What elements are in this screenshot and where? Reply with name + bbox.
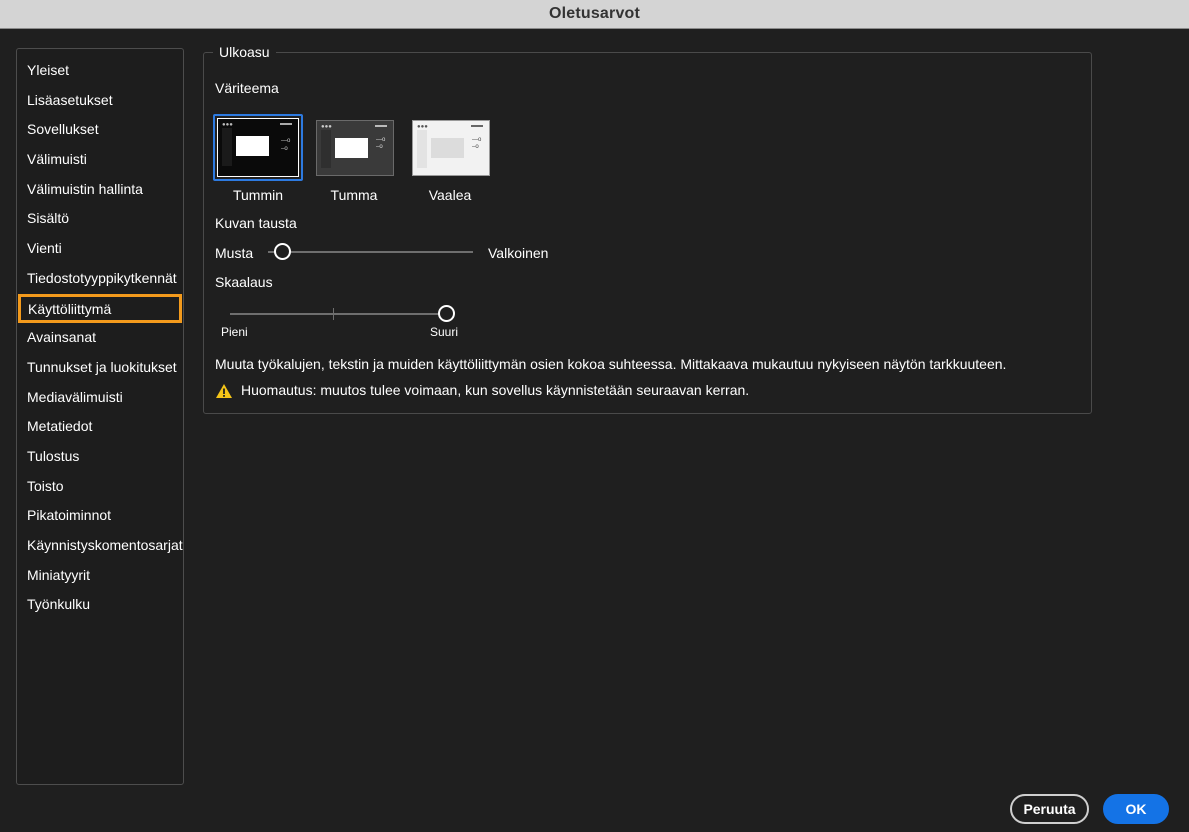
image-background-max-label: Valkoinen	[488, 245, 549, 261]
image-background-slider-thumb[interactable]	[273, 243, 291, 260]
scaling-description: Muuta työkalujen, tekstin ja muiden käyt…	[215, 356, 1007, 372]
scaling-slider-track[interactable]	[230, 313, 446, 315]
sidebar-item-käynnistyskomentosarjat[interactable]: Käynnistyskomentosarjat	[17, 531, 183, 561]
ok-button[interactable]: OK	[1103, 794, 1169, 824]
sidebar-item-yleiset[interactable]: Yleiset	[17, 56, 183, 86]
theme-darkest[interactable]: ●●● —o –o	[213, 114, 303, 181]
warning-icon	[216, 384, 232, 398]
sidebar-item-pikatoiminnot[interactable]: Pikatoiminnot	[17, 501, 183, 531]
sidebar-item-miniatyyrit[interactable]: Miniatyyrit	[17, 561, 183, 591]
sidebar-item-mediavälimuisti[interactable]: Mediavälimuisti	[17, 383, 183, 413]
preferences-sidebar: Yleiset Lisäasetukset Sovellukset Välimuist…	[16, 48, 184, 785]
scaling-slider-thumb[interactable]	[437, 305, 455, 322]
sidebar-item-vienti[interactable]: Vienti	[17, 234, 183, 264]
appearance-legend: Ulkoasu	[213, 44, 276, 60]
image-background-min-label: Musta	[215, 245, 254, 261]
theme-dark[interactable]: ●●● —o –o	[316, 120, 394, 176]
title-bar: Oletusarvot	[0, 0, 1189, 29]
theme-dark-preview: ●●● —o –o	[316, 120, 394, 176]
theme-darkest-preview: ●●● —o –o	[217, 118, 299, 177]
theme-dark-label: Tumma	[330, 187, 378, 203]
theme-darkest-label: Tummin	[232, 187, 284, 203]
restart-note: Huomautus: muutos tulee voimaan, kun sov…	[241, 382, 750, 398]
scaling-label: Skaalaus	[215, 274, 273, 290]
image-background-label: Kuvan tausta	[215, 215, 297, 231]
color-theme-label: Väriteema	[215, 80, 279, 96]
sidebar-item-sisältö[interactable]: Sisältö	[17, 204, 183, 234]
scaling-max-label: Suuri	[430, 325, 459, 339]
sidebar-item-tiedostotyyppikytkennät[interactable]: Tiedostotyyppikytkennät	[17, 264, 183, 294]
sidebar-item-välimuistin-hallinta[interactable]: Välimuistin hallinta	[17, 175, 183, 205]
sidebar-item-tulostus[interactable]: Tulostus	[17, 442, 183, 472]
sidebar-item-sovellukset[interactable]: Sovellukset	[17, 115, 183, 145]
scaling-slider-tick	[333, 308, 334, 320]
sidebar-item-lisäasetukset[interactable]: Lisäasetukset	[17, 86, 183, 116]
sidebar-item-käyttöliittymä[interactable]: Käyttöliittymä	[18, 293, 182, 324]
window-title: Oletusarvot	[548, 5, 641, 22]
sidebar-item-tunnukset-ja-luokitukset[interactable]: Tunnukset ja luokitukset	[17, 353, 183, 383]
image-background-slider-track[interactable]	[268, 251, 473, 253]
sidebar-item-metatiedot[interactable]: Metatiedot	[17, 412, 183, 442]
sidebar-item-toisto[interactable]: Toisto	[17, 472, 183, 502]
theme-light[interactable]: ●●● —o –o	[412, 120, 490, 176]
sidebar-item-työnkulku[interactable]: Työnkulku	[17, 590, 183, 620]
theme-light-preview: ●●● —o –o	[412, 120, 490, 176]
sidebar-item-avainsanat[interactable]: Avainsanat	[17, 323, 183, 353]
sidebar-item-välimuisti[interactable]: Välimuisti	[17, 145, 183, 175]
scaling-min-label: Pieni	[221, 325, 248, 339]
theme-light-label: Vaalea	[428, 187, 472, 203]
cancel-button[interactable]: Peruuta	[1010, 794, 1089, 824]
